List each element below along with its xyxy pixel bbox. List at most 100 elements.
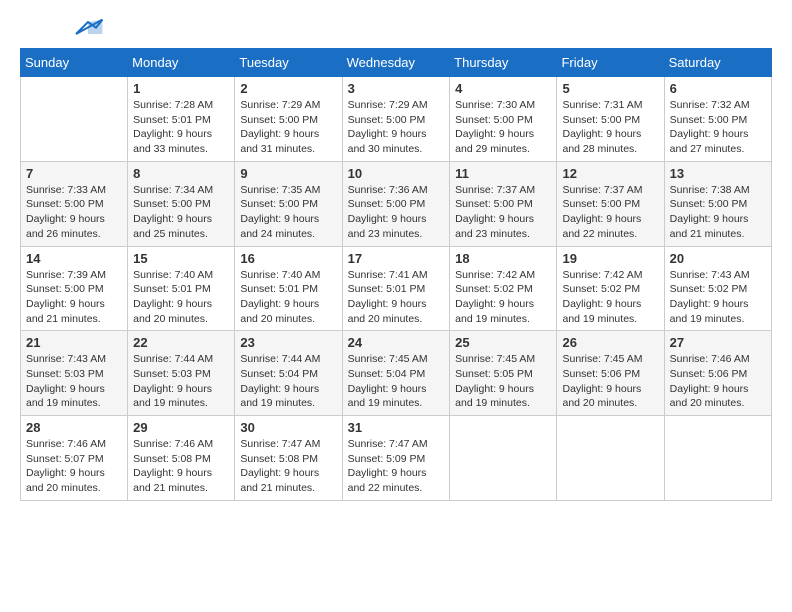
calendar-header-row: SundayMondayTuesdayWednesdayThursdayFrid… [21,49,772,77]
day-info: Sunrise: 7:37 AMSunset: 5:00 PMDaylight:… [455,183,551,242]
day-info: Sunrise: 7:44 AMSunset: 5:03 PMDaylight:… [133,352,229,411]
calendar-cell: 22 Sunrise: 7:44 AMSunset: 5:03 PMDayligh… [128,331,235,416]
day-info: Sunrise: 7:43 AMSunset: 5:02 PMDaylight:… [670,268,766,327]
day-number: 22 [133,335,229,350]
day-number: 12 [562,166,658,181]
day-info: Sunrise: 7:36 AMSunset: 5:00 PMDaylight:… [348,183,445,242]
day-number: 1 [133,81,229,96]
day-info: Sunrise: 7:42 AMSunset: 5:02 PMDaylight:… [562,268,658,327]
calendar-cell: 29Sunrise: 7:46 AMSunset: 5:08 PMDayligh… [128,416,235,501]
day-info: Sunrise: 7:46 AMSunset: 5:07 PMDaylight:… [26,437,122,496]
calendar-cell: 11 Sunrise: 7:37 AMSunset: 5:00 PMDayligh… [450,161,557,246]
calendar-cell: 26 Sunrise: 7:45 AMSunset: 5:06 PMDayligh… [557,331,664,416]
calendar-cell: 9 Sunrise: 7:35 AMSunset: 5:00 PMDaylight… [235,161,342,246]
day-number: 28 [26,420,122,435]
calendar-cell: 16 Sunrise: 7:40 AMSunset: 5:01 PMDayligh… [235,246,342,331]
day-number: 24 [348,335,445,350]
day-info: Sunrise: 7:33 AMSunset: 5:00 PMDaylight:… [26,183,122,242]
calendar-cell [664,416,771,501]
weekday-header-sunday: Sunday [21,49,128,77]
weekday-header-saturday: Saturday [664,49,771,77]
calendar-cell: 31 Sunrise: 7:47 AMSunset: 5:09 PMDayligh… [342,416,450,501]
day-info: Sunrise: 7:35 AMSunset: 5:00 PMDaylight:… [240,183,336,242]
logo-icon [72,18,104,38]
day-number: 8 [133,166,229,181]
calendar-cell: 27 Sunrise: 7:46 AMSunset: 5:06 PMDayligh… [664,331,771,416]
day-number: 20 [670,251,766,266]
calendar-cell: 19 Sunrise: 7:42 AMSunset: 5:02 PMDayligh… [557,246,664,331]
day-number: 25 [455,335,551,350]
day-number: 30 [240,420,336,435]
calendar-cell: 8 Sunrise: 7:34 AMSunset: 5:00 PMDaylight… [128,161,235,246]
calendar-week-row: 21 Sunrise: 7:43 AMSunset: 5:03 PMDayligh… [21,331,772,416]
day-info: Sunrise: 7:34 AMSunset: 5:00 PMDaylight:… [133,183,229,242]
calendar-cell: 5 Sunrise: 7:31 AMSunset: 5:00 PMDaylight… [557,77,664,162]
calendar-cell: 28 Sunrise: 7:46 AMSunset: 5:07 PMDayligh… [21,416,128,501]
day-number: 18 [455,251,551,266]
day-number: 5 [562,81,658,96]
day-info: Sunrise: 7:47 AMSunset: 5:09 PMDaylight:… [348,437,445,496]
day-number: 15 [133,251,229,266]
calendar-cell: 7 Sunrise: 7:33 AMSunset: 5:00 PMDaylight… [21,161,128,246]
day-info: Sunrise: 7:43 AMSunset: 5:03 PMDaylight:… [26,352,122,411]
day-number: 16 [240,251,336,266]
weekday-header-tuesday: Tuesday [235,49,342,77]
day-info: Sunrise: 7:30 AMSunset: 5:00 PMDaylight:… [455,98,551,157]
day-info: Sunrise: 7:29 AMSunset: 5:00 PMDaylight:… [240,98,336,157]
calendar-cell: 18 Sunrise: 7:42 AMSunset: 5:02 PMDayligh… [450,246,557,331]
day-number: 14 [26,251,122,266]
day-info: Sunrise: 7:37 AMSunset: 5:00 PMDaylight:… [562,183,658,242]
day-number: 4 [455,81,551,96]
weekday-header-monday: Monday [128,49,235,77]
calendar-cell: 10 Sunrise: 7:36 AMSunset: 5:00 PMDayligh… [342,161,450,246]
calendar-cell: 24 Sunrise: 7:45 AMSunset: 5:04 PMDayligh… [342,331,450,416]
calendar-cell: 30Sunrise: 7:47 AMSunset: 5:08 PMDayligh… [235,416,342,501]
calendar-cell: 20 Sunrise: 7:43 AMSunset: 5:02 PMDayligh… [664,246,771,331]
day-number: 19 [562,251,658,266]
day-info: Sunrise: 7:32 AMSunset: 5:00 PMDaylight:… [670,98,766,157]
day-number: 17 [348,251,445,266]
day-info: Sunrise: 7:28 AMSunset: 5:01 PMDaylight:… [133,98,229,157]
day-info: Sunrise: 7:45 AMSunset: 5:05 PMDaylight:… [455,352,551,411]
day-number: 27 [670,335,766,350]
page-header [20,20,772,38]
calendar-cell: 17Sunrise: 7:41 AMSunset: 5:01 PMDayligh… [342,246,450,331]
day-number: 13 [670,166,766,181]
day-info: Sunrise: 7:31 AMSunset: 5:00 PMDaylight:… [562,98,658,157]
day-number: 10 [348,166,445,181]
calendar-cell: 25 Sunrise: 7:45 AMSunset: 5:05 PMDayligh… [450,331,557,416]
day-info: Sunrise: 7:42 AMSunset: 5:02 PMDaylight:… [455,268,551,327]
calendar-week-row: 1 Sunrise: 7:28 AMSunset: 5:01 PMDaylight… [21,77,772,162]
weekday-header-thursday: Thursday [450,49,557,77]
day-number: 11 [455,166,551,181]
day-number: 21 [26,335,122,350]
weekday-header-wednesday: Wednesday [342,49,450,77]
day-info: Sunrise: 7:45 AMSunset: 5:04 PMDaylight:… [348,352,445,411]
calendar-week-row: 7 Sunrise: 7:33 AMSunset: 5:00 PMDaylight… [21,161,772,246]
day-number: 7 [26,166,122,181]
day-number: 3 [348,81,445,96]
day-number: 9 [240,166,336,181]
calendar-cell: 21 Sunrise: 7:43 AMSunset: 5:03 PMDayligh… [21,331,128,416]
day-number: 6 [670,81,766,96]
calendar-cell: 3 Sunrise: 7:29 AMSunset: 5:00 PMDaylight… [342,77,450,162]
calendar-table: SundayMondayTuesdayWednesdayThursdayFrid… [20,48,772,501]
calendar-cell: 6 Sunrise: 7:32 AMSunset: 5:00 PMDaylight… [664,77,771,162]
calendar-week-row: 28 Sunrise: 7:46 AMSunset: 5:07 PMDayligh… [21,416,772,501]
calendar-cell: 1 Sunrise: 7:28 AMSunset: 5:01 PMDaylight… [128,77,235,162]
day-info: Sunrise: 7:45 AMSunset: 5:06 PMDaylight:… [562,352,658,411]
day-info: Sunrise: 7:46 AMSunset: 5:06 PMDaylight:… [670,352,766,411]
weekday-header-friday: Friday [557,49,664,77]
calendar-cell [450,416,557,501]
day-info: Sunrise: 7:29 AMSunset: 5:00 PMDaylight:… [348,98,445,157]
calendar-cell: 2Sunrise: 7:29 AMSunset: 5:00 PMDaylight… [235,77,342,162]
day-info: Sunrise: 7:38 AMSunset: 5:00 PMDaylight:… [670,183,766,242]
day-number: 31 [348,420,445,435]
day-info: Sunrise: 7:40 AMSunset: 5:01 PMDaylight:… [240,268,336,327]
calendar-cell: 23Sunrise: 7:44 AMSunset: 5:04 PMDayligh… [235,331,342,416]
calendar-cell: 14 Sunrise: 7:39 AMSunset: 5:00 PMDayligh… [21,246,128,331]
calendar-cell: 12 Sunrise: 7:37 AMSunset: 5:00 PMDayligh… [557,161,664,246]
day-number: 26 [562,335,658,350]
calendar-cell: 15Sunrise: 7:40 AMSunset: 5:01 PMDayligh… [128,246,235,331]
day-info: Sunrise: 7:39 AMSunset: 5:00 PMDaylight:… [26,268,122,327]
